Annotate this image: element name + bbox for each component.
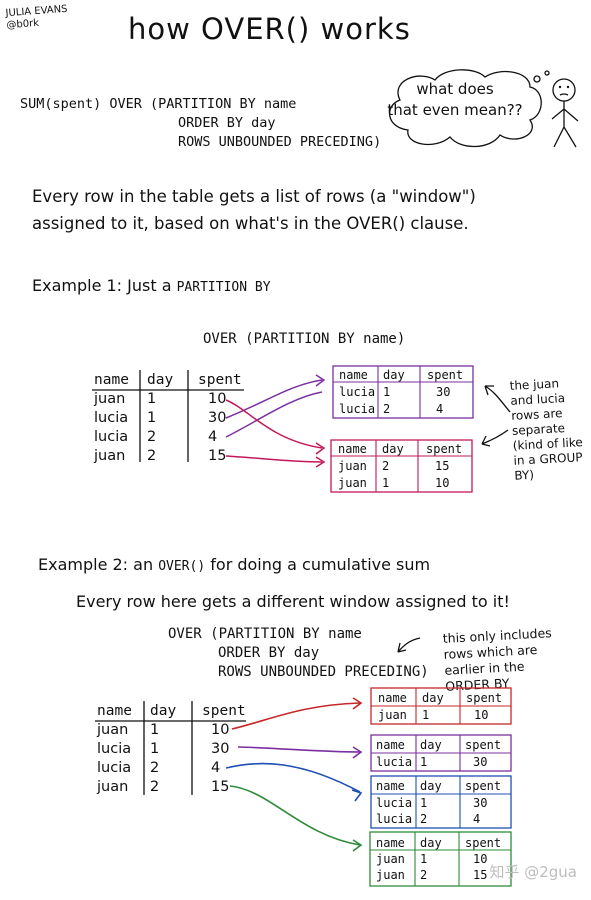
- example2-drawing: [95, 637, 512, 887]
- box-cell: lucia: [376, 796, 413, 810]
- box-cell: 10: [473, 852, 488, 866]
- box-cell: 2: [420, 868, 428, 882]
- box-cell: 2: [420, 812, 428, 826]
- box-cell: 1: [420, 796, 428, 810]
- box-cell: juan: [376, 852, 405, 866]
- box-header: name: [376, 779, 405, 793]
- box-cell: 1: [422, 708, 430, 722]
- box-cell: 30: [473, 796, 488, 810]
- box-cell: lucia: [376, 812, 413, 826]
- box-header: day: [422, 691, 444, 705]
- box-cell: lucia: [376, 755, 413, 769]
- box-cell: 1: [420, 755, 428, 769]
- box-header: spent: [465, 738, 502, 752]
- box-cell: 10: [474, 708, 489, 722]
- box-header: name: [376, 738, 405, 752]
- box-header: spent: [465, 836, 502, 850]
- box-cell: 1: [420, 852, 428, 866]
- box-header: day: [420, 836, 442, 850]
- box-header: name: [376, 836, 405, 850]
- box-header: spent: [466, 691, 503, 705]
- box-header: day: [420, 738, 442, 752]
- box-cell: 30: [473, 755, 488, 769]
- box-cell: 15: [473, 868, 488, 882]
- box-header: day: [420, 779, 442, 793]
- watermark: 知乎 @2gua: [489, 863, 577, 881]
- box-header: spent: [465, 779, 502, 793]
- box-cell: juan: [376, 868, 405, 882]
- box-cell: juan: [378, 708, 407, 722]
- box-cell: 4: [473, 812, 481, 826]
- box-header: name: [378, 691, 407, 705]
